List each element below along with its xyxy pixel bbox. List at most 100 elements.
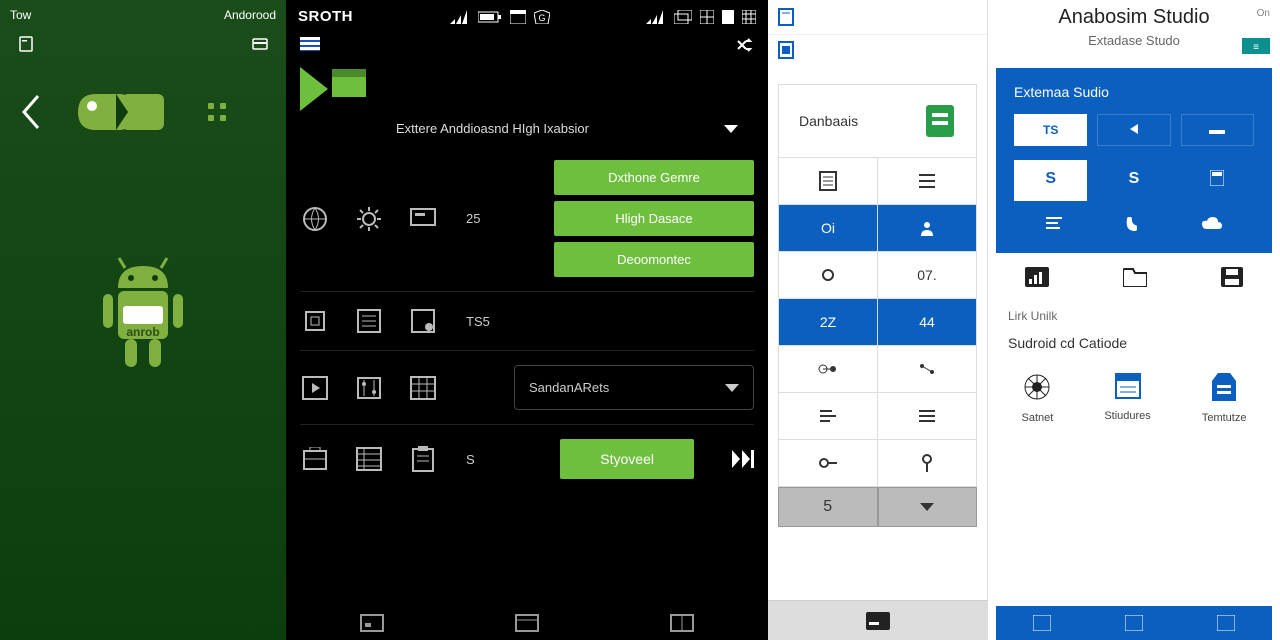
grid-icon bbox=[700, 10, 714, 24]
card-title: Extemaa Sudio bbox=[1014, 84, 1254, 100]
studio-panel: Anabosim Studio Extadase Studo On ≡ Exte… bbox=[988, 0, 1280, 640]
package-icon[interactable] bbox=[300, 444, 330, 474]
card3-label: Temtutze bbox=[1202, 412, 1247, 424]
run-button[interactable]: Styoveel bbox=[560, 439, 694, 479]
target-label: SandanARets bbox=[529, 380, 609, 395]
number-input[interactable]: 5 bbox=[778, 487, 977, 527]
footer-bar bbox=[996, 606, 1272, 640]
db-green-icon bbox=[924, 103, 956, 139]
nav-home-icon[interactable] bbox=[360, 614, 384, 632]
foot-icon-3[interactable] bbox=[1217, 615, 1235, 631]
nav-app-icon[interactable] bbox=[515, 614, 539, 632]
link-text[interactable]: Lirk Unilk bbox=[988, 301, 1280, 331]
cell-oi[interactable]: Oi bbox=[778, 204, 878, 252]
monitor-icon[interactable] bbox=[408, 204, 438, 234]
card-temtutze[interactable]: Temtutze bbox=[1202, 373, 1247, 424]
black-panel: SROTH G Exttere Anddioasnd HIgh Ixabsior bbox=[286, 0, 768, 640]
icon-row bbox=[1014, 211, 1254, 237]
input-dropdown[interactable] bbox=[878, 487, 978, 527]
spreadsheet-icon[interactable] bbox=[354, 444, 384, 474]
save-icon[interactable] bbox=[1221, 267, 1243, 287]
back-icon[interactable] bbox=[20, 94, 42, 130]
cell-lines[interactable] bbox=[778, 392, 878, 440]
nav-grid-icon[interactable] bbox=[670, 614, 694, 632]
sbox-1[interactable]: S bbox=[1014, 160, 1087, 201]
tab-ts[interactable]: TS bbox=[1014, 114, 1087, 146]
tab-2[interactable] bbox=[1097, 114, 1170, 146]
card-studures[interactable]: Stiudures bbox=[1104, 373, 1150, 424]
card2-label: Stiudures bbox=[1104, 410, 1150, 422]
dropdown-label: Exttere Anddioasnd HIgh Ixabsior bbox=[396, 121, 589, 136]
header: Anabosim Studio Extadase Studo bbox=[988, 0, 1280, 54]
section-title: Sudroid cd Catiode bbox=[988, 331, 1280, 355]
status-right: Andorood bbox=[224, 8, 276, 22]
cell-dots[interactable] bbox=[877, 345, 977, 393]
card1-label: Satnet bbox=[1022, 412, 1054, 424]
card-row: Satnet Stiudures Temtutze bbox=[988, 355, 1280, 442]
card-satnet[interactable]: Satnet bbox=[1022, 373, 1054, 424]
sbox-calc[interactable] bbox=[1181, 160, 1254, 201]
card-dark-icon[interactable] bbox=[866, 612, 890, 630]
sbox-2[interactable]: S bbox=[1097, 160, 1170, 201]
top-icons bbox=[768, 0, 987, 35]
doc-icon[interactable] bbox=[18, 36, 34, 52]
card-icon[interactable] bbox=[252, 36, 268, 52]
btn-3[interactable]: Deoomontec bbox=[554, 242, 754, 277]
foot-icon-2[interactable] bbox=[1125, 615, 1143, 631]
shuffle-icon[interactable] bbox=[736, 37, 754, 53]
cell-44[interactable]: 44 bbox=[877, 298, 977, 346]
cell-key[interactable] bbox=[778, 439, 878, 487]
grid2-icon bbox=[742, 10, 756, 24]
cell-pin[interactable] bbox=[877, 439, 977, 487]
cell-circle[interactable] bbox=[778, 251, 878, 299]
db-icon[interactable] bbox=[408, 306, 438, 336]
phone-icon[interactable] bbox=[1125, 217, 1139, 231]
target-dropdown[interactable]: SandanARets bbox=[514, 365, 754, 410]
hamburger-icon[interactable] bbox=[300, 37, 320, 51]
list-icon[interactable] bbox=[354, 306, 384, 336]
clipboard-icon[interactable] bbox=[408, 444, 438, 474]
cloud-icon[interactable] bbox=[1202, 217, 1222, 229]
svg-text:G: G bbox=[538, 13, 545, 23]
globe-icon[interactable] bbox=[300, 204, 330, 234]
status-icons: G bbox=[450, 10, 550, 24]
btn-2[interactable]: Hligh Dasace bbox=[554, 201, 754, 236]
doc-blue2-icon[interactable] bbox=[778, 41, 794, 59]
toolbar-row bbox=[286, 33, 768, 57]
action-grid: 25 Dxthone Gemre Hligh Dasace Deoomontec… bbox=[286, 146, 768, 493]
cell-toggle[interactable] bbox=[778, 345, 878, 393]
foot-icon-1[interactable] bbox=[1033, 615, 1051, 631]
btn-1[interactable]: Dxthone Gemre bbox=[554, 160, 754, 195]
panel-header: Danbaais bbox=[778, 84, 977, 158]
doc-blue-icon[interactable] bbox=[778, 8, 794, 26]
s-row: S S bbox=[1014, 160, 1254, 201]
chip-icon[interactable] bbox=[300, 306, 330, 336]
square-icon bbox=[722, 10, 734, 24]
cell-07[interactable]: 07. bbox=[877, 251, 977, 299]
row2-value: TS5 bbox=[466, 314, 490, 329]
row-3: SandanARets bbox=[300, 351, 754, 425]
menu-grid-icon[interactable] bbox=[208, 103, 226, 121]
row-4: S Styoveel bbox=[300, 425, 754, 493]
row-2: TS5 bbox=[300, 292, 754, 351]
device-dropdown[interactable]: Exttere Anddioasnd HIgh Ixabsior bbox=[286, 121, 768, 146]
app-title: Anabosim Studio bbox=[994, 6, 1274, 29]
row-1: 25 Dxthone Gemre Hligh Dasace Deoomontec bbox=[300, 146, 754, 292]
tab-3[interactable] bbox=[1181, 114, 1254, 146]
chart-icon[interactable] bbox=[1025, 267, 1049, 287]
play-outline-icon[interactable] bbox=[300, 373, 330, 403]
cell-user[interactable] bbox=[877, 204, 977, 252]
cell-2z[interactable]: 2Z bbox=[778, 298, 878, 346]
fx-icon[interactable]: ≡ bbox=[1242, 38, 1270, 54]
forward-icon[interactable] bbox=[732, 450, 754, 468]
folder-icon[interactable] bbox=[1123, 267, 1147, 287]
gear-icon[interactable] bbox=[354, 204, 384, 234]
tune-icon[interactable] bbox=[354, 373, 384, 403]
table-icon[interactable] bbox=[408, 373, 438, 403]
cell-doc[interactable] bbox=[778, 157, 878, 205]
header-text: Danbaais bbox=[799, 113, 858, 129]
lines-icon[interactable] bbox=[1046, 217, 1062, 229]
cell-lines2[interactable] bbox=[877, 392, 977, 440]
cell-menu[interactable] bbox=[877, 157, 977, 205]
svg-text:≡: ≡ bbox=[1253, 42, 1259, 53]
